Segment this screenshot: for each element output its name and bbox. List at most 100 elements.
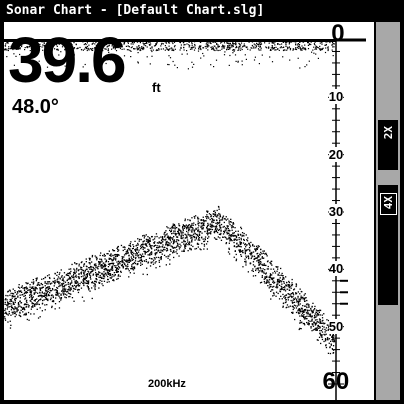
bottom-return [143, 237, 145, 239]
bottom-return [130, 251, 132, 253]
bottom-return [217, 236, 219, 238]
bottom-return [191, 217, 193, 219]
bottom-return [103, 255, 105, 257]
bottom-return [84, 276, 86, 278]
bottom-return [184, 219, 186, 222]
surface-clutter [136, 49, 138, 51]
zoom-bar[interactable]: 2X 4X [374, 22, 400, 400]
bottom-return [166, 226, 168, 228]
bottom-return [195, 247, 198, 250]
surface-clutter [223, 46, 225, 48]
bottom-return [257, 269, 259, 271]
bottom-return [332, 334, 334, 336]
bottom-return [24, 309, 26, 311]
bottom-return [234, 235, 236, 237]
surface-clutter [203, 55, 205, 57]
bottom-return [83, 300, 85, 302]
bottom-return [203, 248, 205, 250]
bottom-return [49, 287, 51, 290]
bottom-return [308, 304, 310, 306]
surface-clutter [190, 47, 192, 49]
bottom-return [130, 256, 132, 258]
bottom-return [72, 276, 74, 279]
bottom-return [319, 309, 321, 311]
bottom-return [148, 237, 151, 239]
bottom-return [105, 272, 107, 274]
surface-clutter [271, 61, 274, 63]
bottom-return [277, 273, 279, 275]
bottom-return [107, 261, 110, 263]
bottom-return [180, 230, 182, 232]
bottom-return [299, 303, 301, 305]
surface-clutter [194, 43, 196, 46]
surface-clutter [191, 66, 194, 68]
bottom-return [281, 283, 283, 285]
sonar-chart-area[interactable]: 39.6 ft 48.0° 200kHz 0 10 20 30 40 50 60 [4, 22, 374, 400]
bottom-return [19, 287, 21, 289]
bottom-return [261, 270, 264, 272]
surface-clutter [295, 42, 297, 44]
bottom-return [242, 266, 244, 268]
bottom-return [149, 254, 151, 256]
bottom-return [158, 250, 160, 252]
surface-clutter [321, 42, 323, 44]
bottom-return [123, 259, 125, 261]
surface-clutter [194, 45, 196, 47]
surface-clutter [268, 47, 270, 49]
bottom-return [293, 289, 295, 291]
bottom-return [71, 280, 73, 282]
bottom-return [281, 288, 283, 290]
zoom-2x-button[interactable]: 2X [378, 120, 398, 170]
bottom-return [23, 292, 25, 295]
surface-clutter [259, 45, 261, 47]
bottom-return [53, 277, 55, 279]
bottom-return [224, 227, 227, 229]
bottom-return [333, 340, 335, 342]
bottom-return [233, 232, 235, 234]
bottom-return [168, 255, 170, 257]
bottom-return [152, 263, 155, 265]
bottom-return [331, 336, 333, 338]
bottom-return [311, 316, 313, 318]
zoom-4x-window[interactable]: 4X [378, 185, 398, 305]
surface-clutter [327, 47, 329, 49]
surface-clutter [186, 43, 188, 45]
bottom-return [121, 263, 124, 266]
bottom-return [58, 292, 60, 294]
bottom-return [113, 258, 115, 260]
bottom-return [254, 257, 257, 259]
bottom-return [313, 317, 315, 319]
bottom-return [10, 324, 12, 326]
bottom-return [260, 251, 262, 254]
surface-clutter [174, 45, 176, 47]
bottom-return [311, 305, 313, 308]
surface-clutter [273, 47, 275, 50]
bottom-return [76, 280, 78, 283]
surface-clutter [286, 46, 289, 48]
surface-clutter [242, 46, 244, 48]
bottom-return [60, 276, 63, 278]
bottom-return [324, 328, 326, 331]
bottom-return [7, 314, 9, 316]
bottom-return [147, 251, 149, 253]
surface-clutter [146, 46, 148, 48]
depth-tick-label: 40 [328, 261, 344, 277]
bottom-return [251, 252, 253, 254]
bottom-return [197, 223, 199, 225]
bottom-return [97, 273, 99, 275]
bottom-return [238, 237, 240, 239]
bottom-return [141, 260, 143, 262]
surface-clutter [308, 44, 310, 46]
bottom-return [282, 275, 284, 277]
bottom-return [73, 271, 76, 273]
bottom-return [178, 248, 181, 250]
bottom-return [49, 283, 52, 285]
bottom-return [274, 270, 276, 272]
bottom-return [261, 276, 263, 278]
bottom-return [70, 287, 72, 289]
bottom-return [130, 268, 132, 270]
surface-clutter [229, 47, 231, 49]
bottom-return [165, 241, 167, 243]
bottom-return [155, 267, 157, 269]
bottom-return [292, 294, 295, 296]
